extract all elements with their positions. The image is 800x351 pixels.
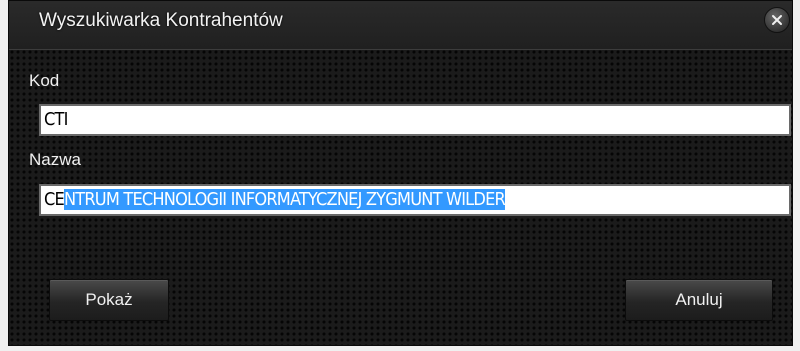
cancel-button-label: Anuluj <box>675 290 723 309</box>
show-button[interactable]: Pokaż <box>49 279 169 321</box>
search-dialog: Wyszukiwarka Kontrahentów Kod CTI Nazwa … <box>8 0 793 346</box>
dialog-title: Wyszukiwarka Kontrahentów <box>39 10 283 31</box>
cancel-button[interactable]: Anuluj <box>625 279 773 321</box>
nazwa-input-autocomplete-selection: NTRUM TECHNOLOGII INFORMATYCZNEJ ZYGMUNT… <box>63 189 506 210</box>
close-button[interactable] <box>764 7 790 33</box>
kod-label: Kod <box>29 71 60 90</box>
close-icon <box>771 14 783 26</box>
nazwa-label: Nazwa <box>29 150 81 169</box>
show-button-label: Pokaż <box>85 290 133 309</box>
kod-input-value: CTI <box>44 109 68 130</box>
nazwa-input-typed: CE <box>44 189 65 210</box>
kod-input[interactable]: CTI <box>39 104 791 136</box>
title-bar: Wyszukiwarka Kontrahentów <box>9 1 792 50</box>
nazwa-input[interactable]: CENTRUM TECHNOLOGII INFORMATYCZNEJ ZYGMU… <box>39 184 791 216</box>
